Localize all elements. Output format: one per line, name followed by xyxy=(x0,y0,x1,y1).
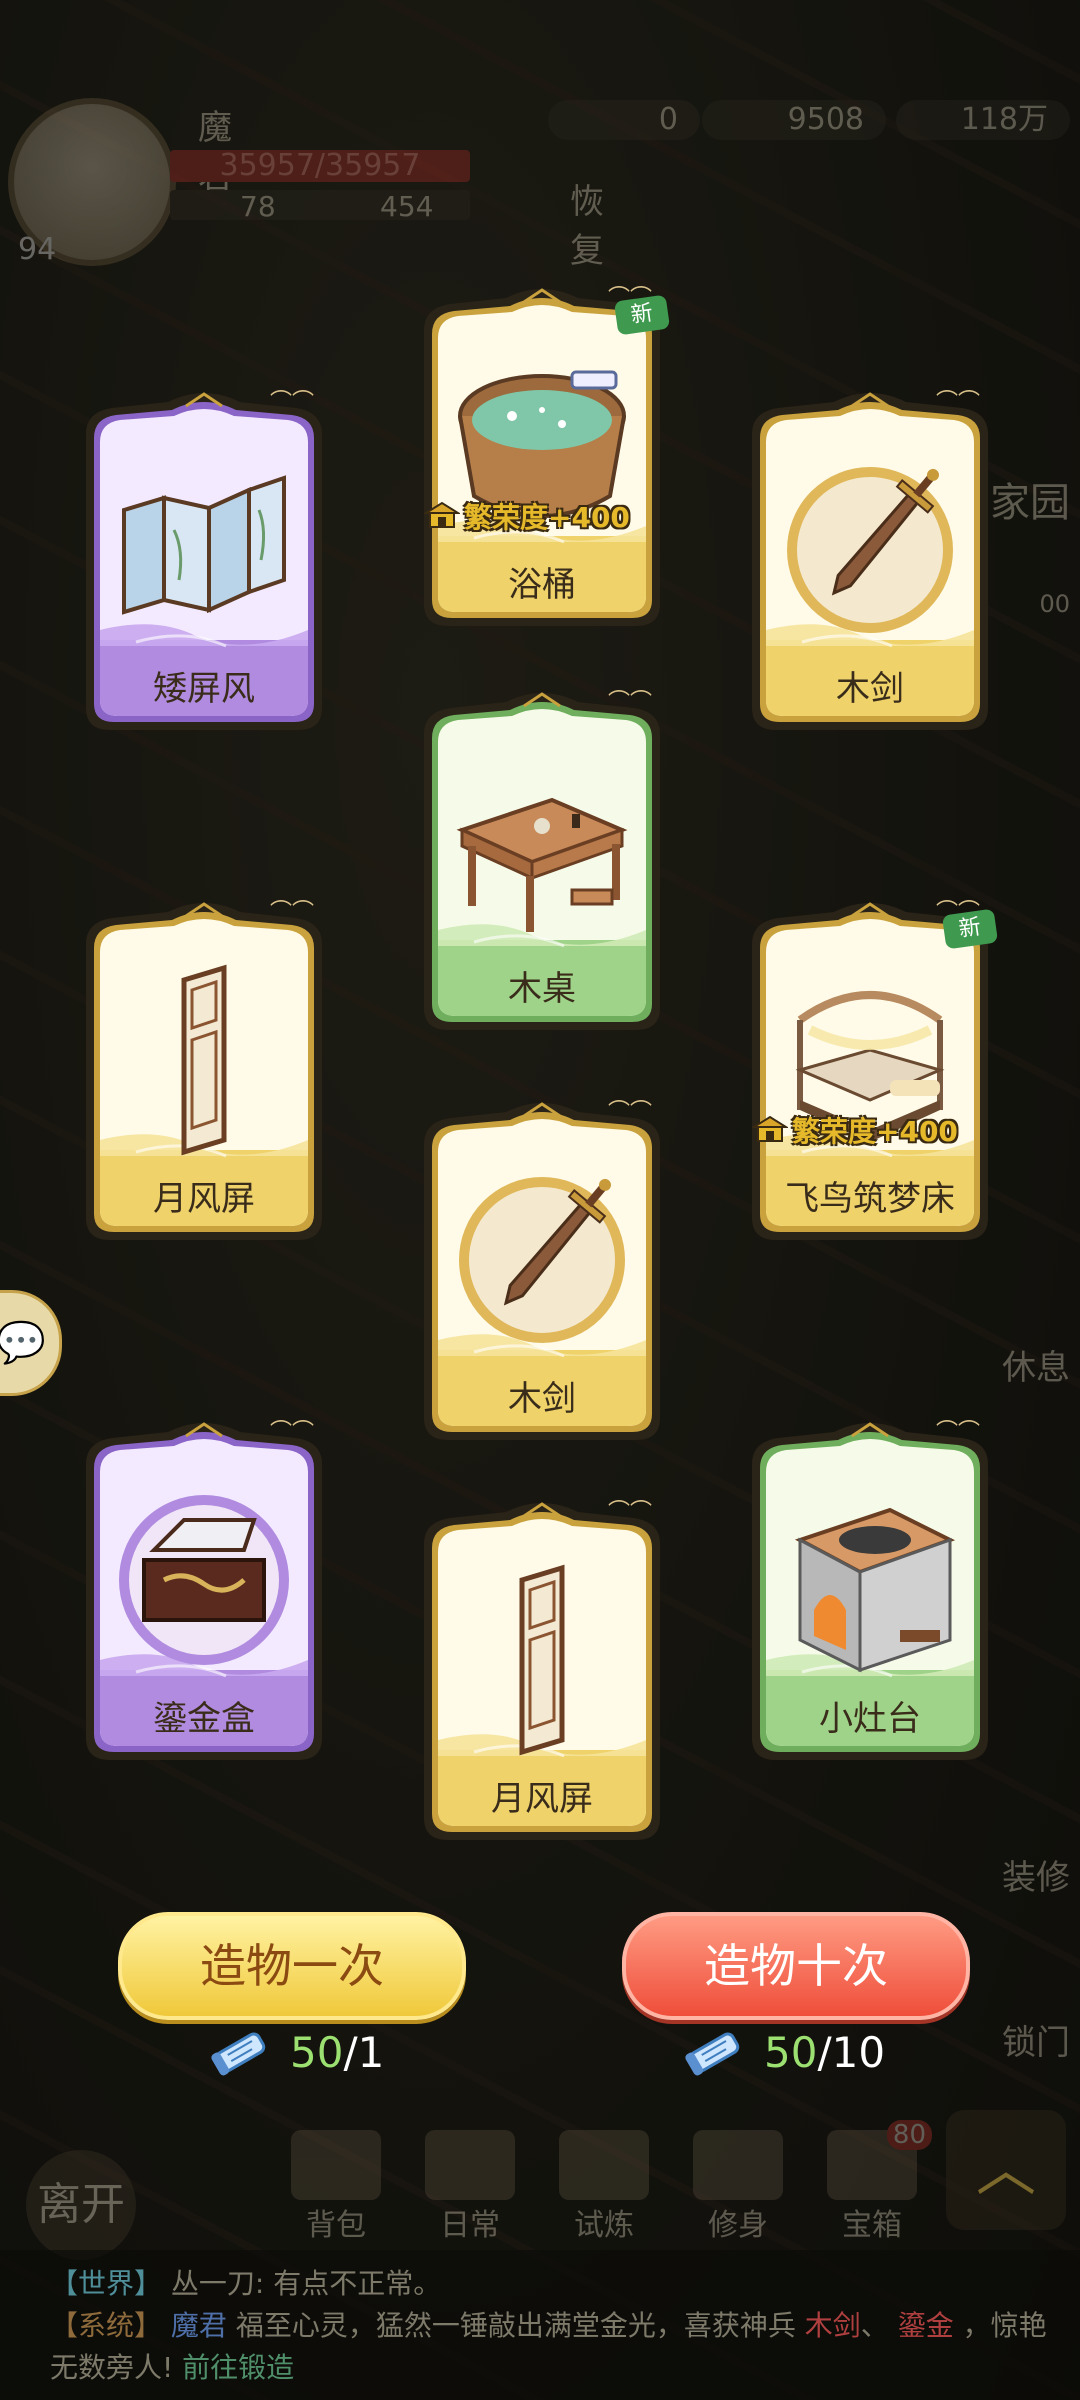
item-card[interactable]: ⌒⌒ 木剑 xyxy=(414,1100,670,1450)
once-cost: /1 xyxy=(343,2027,385,2077)
item-card[interactable]: ⌒⌒ 新 繁荣度+400飞鸟筑梦床 xyxy=(742,900,999,1250)
chat-sys-msg1: 福至心灵，猛然一锤敲出满堂金光，喜获神兵 xyxy=(235,2309,796,2342)
birds-ornament-icon: ⌒⌒ xyxy=(607,690,652,715)
scroll-icon xyxy=(685,2032,740,2076)
item-name: 木剑 xyxy=(508,1379,576,1419)
coin-counter: 118万 xyxy=(896,100,1070,140)
jade-counter: 0 xyxy=(548,100,700,140)
item-table-icon xyxy=(452,750,632,950)
chat-sys-link[interactable]: 前往锻造 xyxy=(182,2351,294,2384)
new-badge: 新 xyxy=(941,908,999,950)
ten-have-count: 50 xyxy=(764,2027,818,2077)
item-name: 飞鸟筑梦床 xyxy=(785,1179,955,1219)
stat-bar: 78 454 xyxy=(170,190,470,223)
birds-ornament-icon: ⌒⌒ xyxy=(935,1420,980,1445)
item-card[interactable]: ⌒⌒ 鎏金盒 xyxy=(76,1420,332,1770)
item-card[interactable]: ⌒⌒ 矮屏风 xyxy=(76,390,332,740)
nav-daily[interactable]: 日常 xyxy=(410,2130,530,2250)
item-name: 月风屏 xyxy=(153,1179,255,1219)
chat-sys-tag: 【系统】 xyxy=(50,2309,163,2342)
cultivate-icon xyxy=(693,2130,783,2200)
birds-ornament-icon: ⌒⌒ xyxy=(269,1420,314,1445)
nav-bag[interactable]: 背包 xyxy=(276,2130,396,2250)
item-name: 月风屏 xyxy=(491,1779,593,1819)
prosperity-text: 繁荣度+400 xyxy=(792,1115,958,1148)
bottom-nav: 背包 日常 试炼 修身 宝箱 80 xyxy=(0,2120,1080,2250)
item-name: 木桌 xyxy=(508,969,576,1009)
nav-bag-label: 背包 xyxy=(306,2208,366,2243)
birds-ornament-icon: ⌒⌒ xyxy=(607,1500,652,1525)
item-screen-icon xyxy=(114,450,294,650)
birds-ornament-icon: ⌒⌒ xyxy=(269,900,314,925)
birds-ornament-icon: ⌒⌒ xyxy=(607,1100,652,1125)
new-badge: 新 xyxy=(613,294,671,336)
item-name: 木剑 xyxy=(836,669,904,709)
item-box-icon xyxy=(114,1480,294,1680)
expand-up-button[interactable]: ︿ xyxy=(946,2110,1066,2230)
silver-counter: 9508 xyxy=(702,100,886,140)
birds-ornament-icon: ⌒⌒ xyxy=(269,390,314,415)
item-card[interactable]: ⌒⌒ 月风屏 xyxy=(414,1500,670,1850)
rest-timer: 00 xyxy=(1039,590,1070,618)
item-panel-icon xyxy=(114,960,294,1160)
item-name: 鎏金盒 xyxy=(153,1699,255,1739)
item-name: 浴桶 xyxy=(508,565,576,605)
nav-chest-label: 宝箱 xyxy=(842,2208,902,2243)
item-sword-icon xyxy=(780,450,960,650)
chest-badge: 80 xyxy=(886,2120,932,2150)
nav-chest[interactable]: 宝箱 80 xyxy=(812,2120,932,2250)
prosperity-bonus: 繁荣度+400 xyxy=(422,496,630,536)
player-level: 94 xyxy=(18,232,57,267)
ten-cost: /10 xyxy=(817,2027,886,2077)
nav-trial[interactable]: 试炼 xyxy=(544,2130,664,2250)
nav-cultivate-label: 修身 xyxy=(708,2208,768,2243)
item-card[interactable]: ⌒⌒ 木剑 xyxy=(742,390,998,740)
chat-sys-item: 木剑 xyxy=(804,2309,861,2342)
craft-once-cost: 50/1 xyxy=(206,2022,384,2082)
stat-b-value: 454 xyxy=(380,190,434,223)
once-have-count: 50 xyxy=(290,2027,344,2077)
item-card[interactable]: ⌒⌒ 木桌 xyxy=(414,690,670,1040)
chat-sys-item2: 鎏金 xyxy=(897,2309,954,2342)
home-label[interactable]: 家园 xyxy=(990,470,1070,528)
item-name: 矮屏风 xyxy=(153,669,255,709)
item-name: 小灶台 xyxy=(819,1699,921,1739)
chat-world-tag: 【世界】 xyxy=(50,2267,163,2300)
nav-trial-label: 试炼 xyxy=(574,2208,634,2243)
item-sword-icon xyxy=(452,1160,632,1360)
decorate-button[interactable]: 装修 xyxy=(1002,1850,1070,1899)
nav-daily-label: 日常 xyxy=(440,2208,500,2243)
item-card[interactable]: ⌒⌒ 月风屏 xyxy=(76,900,332,1250)
item-stove-icon xyxy=(780,1480,960,1680)
lock-door-button[interactable]: 锁门 xyxy=(1002,2015,1070,2064)
rest-button[interactable]: 休息 xyxy=(1002,1340,1070,1389)
chat-world-msg: 丛一刀: 有点不正常。 xyxy=(170,2267,442,2300)
pavilion-icon xyxy=(750,1115,790,1145)
item-card[interactable]: ⌒⌒ 小灶台 xyxy=(742,1420,998,1770)
chat-system-line: 【系统】 魔君 福至心灵，猛然一锤敲出满堂金光，喜获神兵 木剑、 鎏金 ，惊艳无… xyxy=(50,2305,1050,2389)
nav-cultivate[interactable]: 修身 xyxy=(678,2130,798,2250)
hp-bar: 35957/35957 xyxy=(170,150,470,182)
craft-once-button[interactable]: 造物一次 xyxy=(118,1912,466,2020)
craft-ten-button[interactable]: 造物十次 xyxy=(622,1912,970,2020)
craft-ten-cost: 50/10 xyxy=(680,2022,885,2082)
stat-a-value: 78 xyxy=(240,190,276,223)
prosperity-bonus: 繁荣度+400 xyxy=(750,1110,958,1150)
chat-world-line: 【世界】 丛一刀: 有点不正常。 xyxy=(50,2262,441,2302)
daily-icon xyxy=(425,2130,515,2200)
chat-panel[interactable]: 【世界】 丛一刀: 有点不正常。 【系统】 魔君 福至心灵，猛然一锤敲出满堂金光… xyxy=(0,2250,1080,2400)
pavilion-icon xyxy=(422,501,462,531)
item-panel-icon xyxy=(452,1560,632,1760)
chat-sys-sep: 、 xyxy=(860,2309,889,2342)
chat-sys-name: 魔君 xyxy=(170,2309,227,2342)
birds-ornament-icon: ⌒⌒ xyxy=(935,390,980,415)
trial-icon xyxy=(559,2130,649,2200)
bag-icon xyxy=(291,2130,381,2200)
scroll-icon xyxy=(211,2032,266,2076)
prosperity-text: 繁荣度+400 xyxy=(464,501,630,534)
item-card[interactable]: ⌒⌒ 新 繁荣度+400浴桶 xyxy=(414,286,671,636)
recover-label[interactable]: 恢复 xyxy=(570,174,604,272)
